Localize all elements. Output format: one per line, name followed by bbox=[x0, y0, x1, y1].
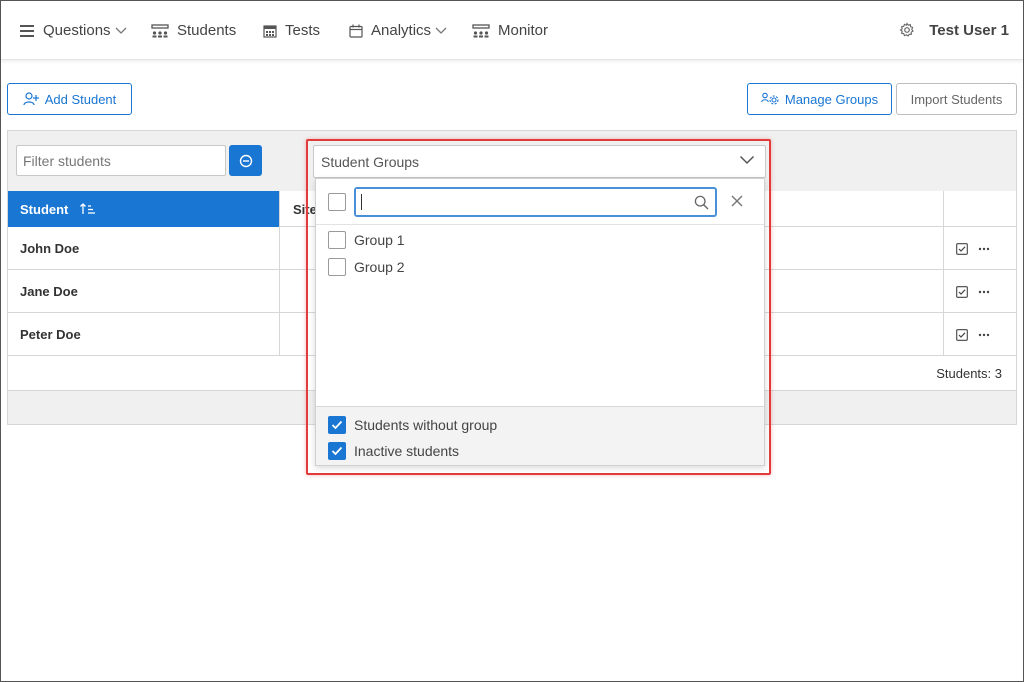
row-actions bbox=[956, 313, 990, 356]
student-name: John Doe bbox=[20, 241, 80, 256]
cell-divider bbox=[943, 313, 944, 356]
students-icon bbox=[151, 23, 169, 37]
nav-analytics[interactable]: Analytics bbox=[349, 1, 447, 60]
column-header-student[interactable]: Student bbox=[8, 191, 279, 227]
nav-questions-label: Questions bbox=[43, 22, 111, 39]
inactive-students-checkbox[interactable] bbox=[328, 442, 346, 460]
cell-divider bbox=[943, 270, 944, 313]
more-icon[interactable] bbox=[978, 290, 990, 294]
checkbox-icon[interactable] bbox=[956, 285, 968, 298]
close-icon[interactable] bbox=[730, 194, 744, 208]
student-groups-select[interactable]: Student Groups bbox=[313, 145, 766, 178]
user-menu[interactable]: Test User 1 bbox=[929, 1, 1009, 60]
add-user-icon bbox=[23, 92, 39, 106]
group-settings-icon bbox=[761, 92, 779, 105]
column-student-label: Student bbox=[20, 201, 69, 217]
students-without-group-label: Students without group bbox=[354, 417, 498, 433]
chevron-down-icon bbox=[739, 155, 755, 165]
add-student-label: Add Student bbox=[44, 91, 117, 107]
student-name: Jane Doe bbox=[20, 284, 78, 299]
group-option-label: Group 2 bbox=[354, 259, 405, 275]
text-caret bbox=[361, 194, 362, 210]
check-icon bbox=[331, 446, 343, 456]
minus-circle-icon bbox=[239, 154, 252, 167]
students-without-group-checkbox[interactable] bbox=[328, 416, 346, 434]
top-nav: Questions Students Tests Analytics Monit… bbox=[1, 1, 1023, 60]
cell-divider bbox=[279, 270, 280, 313]
groups-popup-footer: Students without group Inactive students bbox=[316, 406, 764, 465]
settings-button[interactable] bbox=[899, 22, 915, 41]
more-icon[interactable] bbox=[978, 333, 990, 337]
nav-tests[interactable]: Tests bbox=[263, 1, 320, 60]
group-option-checkbox[interactable] bbox=[328, 231, 346, 249]
cell-divider bbox=[279, 227, 280, 270]
student-count: Students: 3 bbox=[936, 366, 1002, 381]
filter-students-input[interactable] bbox=[16, 145, 226, 176]
nav-tests-label: Tests bbox=[285, 22, 321, 39]
groups-search-input[interactable] bbox=[356, 189, 676, 215]
column-header-actions bbox=[943, 191, 1016, 227]
nav-monitor-label: Monitor bbox=[498, 22, 549, 39]
nav-students-label: Students bbox=[177, 22, 237, 39]
import-students-button[interactable]: Import Students bbox=[896, 83, 1017, 115]
nav-analytics-label: Analytics bbox=[371, 22, 432, 39]
list-icon bbox=[20, 24, 34, 37]
groups-search-row bbox=[316, 179, 764, 225]
student-groups-title: Student Groups bbox=[321, 153, 420, 170]
calendar-grid-icon bbox=[263, 24, 277, 38]
gear-icon bbox=[899, 22, 914, 37]
row-actions bbox=[956, 227, 990, 270]
chevron-down-icon bbox=[435, 27, 447, 34]
nav-students[interactable]: Students bbox=[151, 1, 236, 60]
checkbox-icon[interactable] bbox=[956, 242, 968, 255]
nav-questions[interactable]: Questions bbox=[19, 1, 127, 60]
student-groups-popup: Group 1 Group 2 Students without group I… bbox=[315, 178, 765, 466]
check-icon bbox=[331, 420, 343, 430]
group-option-label: Group 1 bbox=[354, 232, 405, 248]
groups-search-box[interactable] bbox=[354, 187, 717, 217]
sort-ascending-icon bbox=[80, 203, 96, 214]
inactive-students-label: Inactive students bbox=[354, 443, 460, 459]
search-icon bbox=[694, 195, 709, 210]
filter-toggle-button[interactable] bbox=[229, 145, 262, 176]
add-student-button[interactable]: Add Student bbox=[7, 83, 132, 115]
monitor-icon bbox=[472, 23, 490, 37]
nav-monitor[interactable]: Monitor bbox=[472, 1, 548, 60]
calendar-icon bbox=[349, 24, 363, 38]
import-students-label: Import Students bbox=[910, 91, 1003, 107]
row-actions bbox=[956, 270, 990, 313]
manage-groups-button[interactable]: Manage Groups bbox=[747, 83, 892, 115]
checkbox-icon[interactable] bbox=[956, 328, 968, 341]
group-option-checkbox[interactable] bbox=[328, 258, 346, 276]
chevron-down-icon bbox=[115, 27, 127, 34]
cell-divider bbox=[943, 227, 944, 270]
more-icon[interactable] bbox=[978, 247, 990, 251]
student-name: Peter Doe bbox=[20, 327, 81, 342]
manage-groups-label: Manage Groups bbox=[784, 91, 879, 107]
cell-divider bbox=[279, 313, 280, 356]
select-all-checkbox[interactable] bbox=[328, 193, 346, 211]
